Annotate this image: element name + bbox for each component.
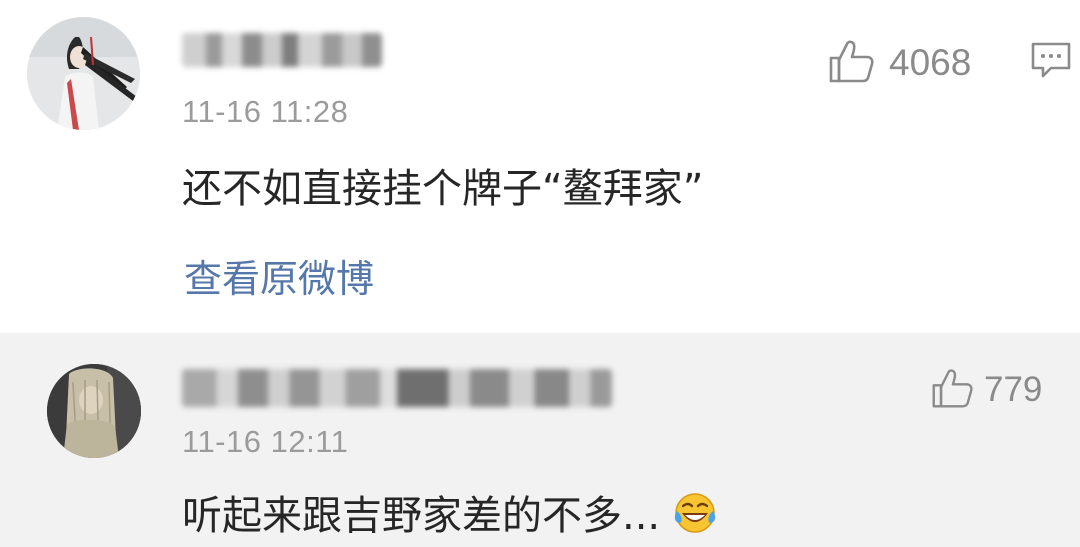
avatar[interactable] [47, 364, 141, 458]
like-count: 4068 [889, 42, 972, 83]
avatar[interactable] [27, 17, 140, 130]
avatar-image [47, 364, 141, 458]
thumbs-up-icon [930, 367, 974, 413]
view-original-link[interactable]: 查看原微博 [184, 248, 374, 303]
username-redacted[interactable] [182, 33, 382, 67]
like-button[interactable]: 4068 [827, 38, 971, 88]
username-redacted[interactable] [182, 369, 612, 407]
comment-text: 听起来跟吉野家差的不多... [182, 483, 717, 545]
like-count: 779 [984, 370, 1043, 409]
comment-item: 11-16 12:11 听起来跟吉野家差的不多... 779 [0, 333, 1080, 547]
like-button[interactable]: 779 [930, 367, 1042, 413]
timestamp: 11-16 11:28 [182, 94, 349, 129]
comment-item: 11-16 11:28 还不如直接挂个牌子“鳌拜家” 查看原微博 4068 [0, 0, 1080, 333]
comment-bubble-icon [1029, 42, 1073, 84]
comment-text: 还不如直接挂个牌子“鳌拜家” [182, 166, 704, 212]
timestamp: 11-16 12:11 [182, 424, 349, 459]
comment-text-body: 听起来跟吉野家差的不多... [182, 493, 661, 539]
reply-button[interactable] [1029, 40, 1073, 84]
thumbs-up-icon [827, 38, 875, 88]
avatar-image [27, 17, 140, 130]
laugh-cry-emoji-icon [673, 491, 717, 545]
